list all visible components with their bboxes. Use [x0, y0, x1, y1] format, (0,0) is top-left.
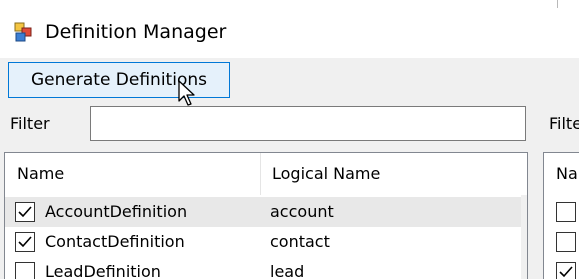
row-checkbox[interactable] [15, 202, 35, 222]
secondary-row-checkbox[interactable] [556, 232, 576, 252]
title-bar: Definition Manager [0, 0, 579, 58]
table-row[interactable]: ContactDefinition contact [5, 227, 527, 257]
check-icon [18, 236, 32, 248]
row-name: ContactDefinition [45, 232, 185, 251]
filter-input[interactable] [90, 106, 526, 141]
table-row[interactable]: LeadDefinition lead [5, 257, 527, 279]
column-header-name[interactable]: Name [5, 153, 260, 195]
filter-label: Filter [10, 114, 50, 133]
window-edge [557, 0, 558, 8]
vertical-scrollbar[interactable] [521, 195, 527, 279]
row-checkbox[interactable] [15, 262, 35, 279]
secondary-row-checkbox[interactable] [556, 262, 576, 279]
right-filter-label: Filte [549, 114, 579, 133]
row-checkbox[interactable] [15, 232, 35, 252]
app-icon [14, 22, 32, 42]
row-logical-name: contact [270, 232, 330, 251]
column-header-logical-name[interactable]: Logical Name [260, 153, 527, 195]
secondary-grid[interactable]: Na [543, 152, 579, 279]
row-logical-name: account [270, 202, 334, 221]
definitions-grid[interactable]: Name Logical Name AccountDefinition acco… [4, 152, 528, 279]
row-name: AccountDefinition [45, 202, 188, 221]
generate-definitions-button[interactable]: Generate Definitions [8, 62, 230, 98]
secondary-row-checkbox[interactable] [556, 202, 576, 222]
mouse-cursor-icon [178, 80, 195, 106]
window-title: Definition Manager [45, 21, 227, 43]
check-icon [18, 206, 32, 218]
check-icon [559, 266, 573, 278]
row-logical-name: lead [270, 262, 305, 279]
secondary-column-header[interactable]: Na [544, 153, 579, 195]
table-row[interactable]: AccountDefinition account [5, 197, 527, 227]
row-name: LeadDefinition [45, 262, 161, 279]
